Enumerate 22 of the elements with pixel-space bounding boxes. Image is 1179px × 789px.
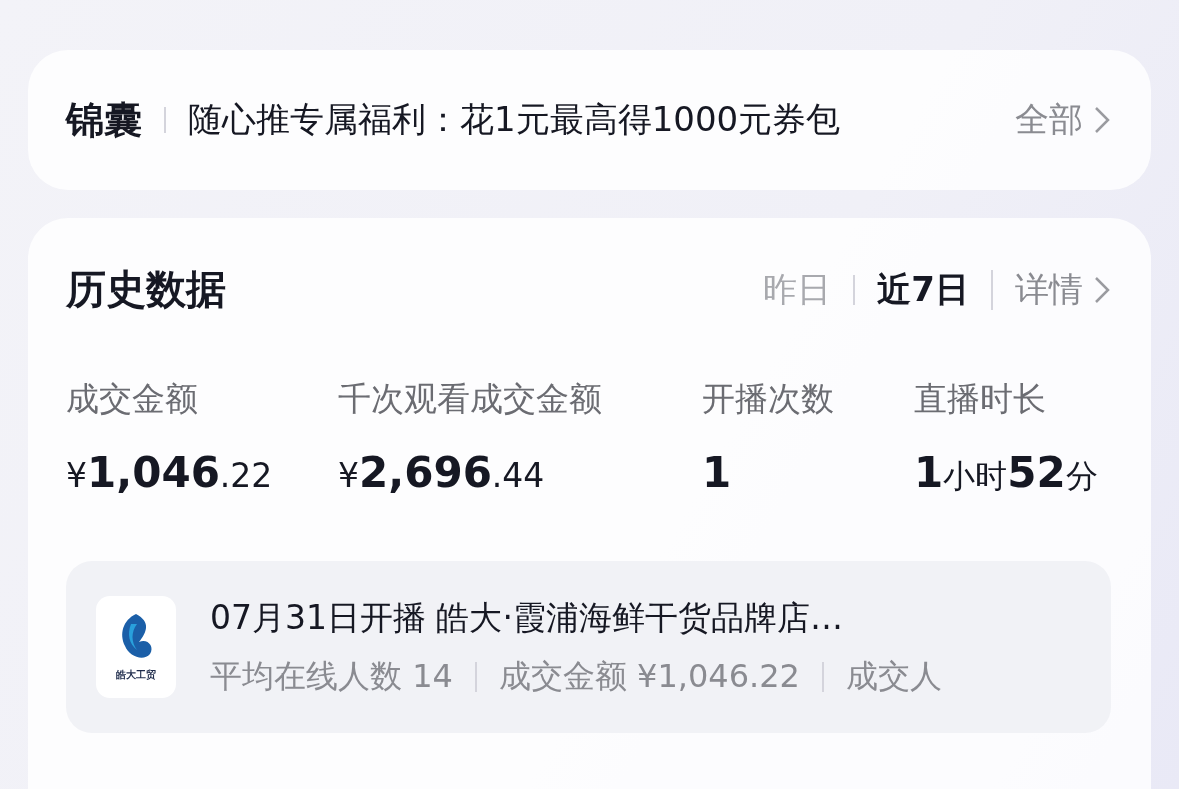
session-stat: 成交人 [845, 655, 942, 697]
metric-label: 千次观看成交金额 [338, 378, 603, 420]
metric-label: 成交金额 [66, 378, 199, 420]
chevron-right-icon [1093, 105, 1111, 135]
period-tab[interactable]: 近7日 [877, 266, 969, 313]
section-title: 历史数据 [66, 265, 227, 314]
banner-text: 随心推专属福利：花1元最高得1000元券包 [188, 98, 842, 141]
details-link[interactable]: 详情 [1015, 266, 1111, 313]
logo-text: 皓大工贸 [116, 668, 156, 682]
metric-value: 1小时52分 [914, 448, 1099, 499]
session-title: 07月31日开播 皓大·霞浦海鲜干货品牌店… [210, 596, 844, 639]
session-stat: 平均在线人数 14 [210, 655, 453, 697]
metric-label: 开播次数 [702, 378, 835, 420]
chevron-right-icon [1093, 274, 1111, 305]
metric-value: 1 [702, 448, 733, 497]
metric-value: ¥1,046.22 [66, 448, 274, 497]
metric-value: ¥2,696.44 [338, 448, 546, 497]
period-tab[interactable]: 昨日 [763, 266, 832, 313]
session-stat: 成交金额 ¥1,046.22 [498, 655, 800, 697]
banner-title: 锦囊 [66, 96, 142, 144]
all-link[interactable]: 全部 [1015, 97, 1111, 143]
metric-label: 直播时长 [914, 378, 1047, 420]
